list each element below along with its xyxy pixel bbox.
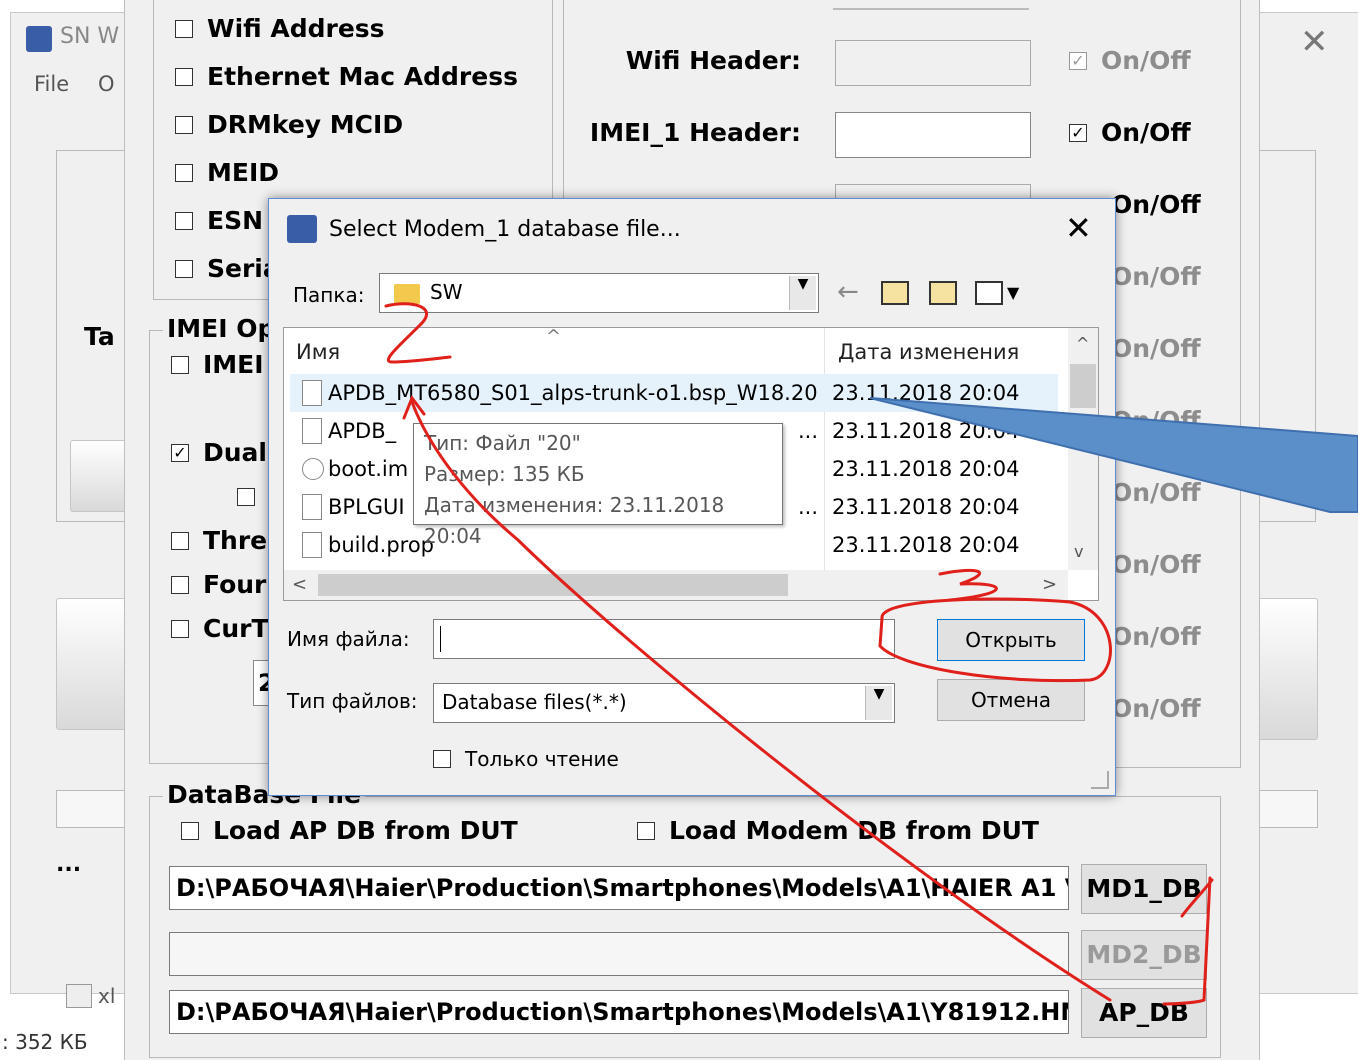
ink-circle-open	[878, 597, 1112, 683]
ink-mark-3	[938, 568, 998, 602]
blue-callout	[869, 397, 1358, 513]
ink-mark-1	[1162, 876, 1212, 1006]
annotation-overlay	[384, 302, 1358, 1006]
red-ink	[384, 302, 1214, 1006]
ink-arrow-line	[410, 400, 1112, 1002]
ink-mark-2	[384, 302, 452, 364]
